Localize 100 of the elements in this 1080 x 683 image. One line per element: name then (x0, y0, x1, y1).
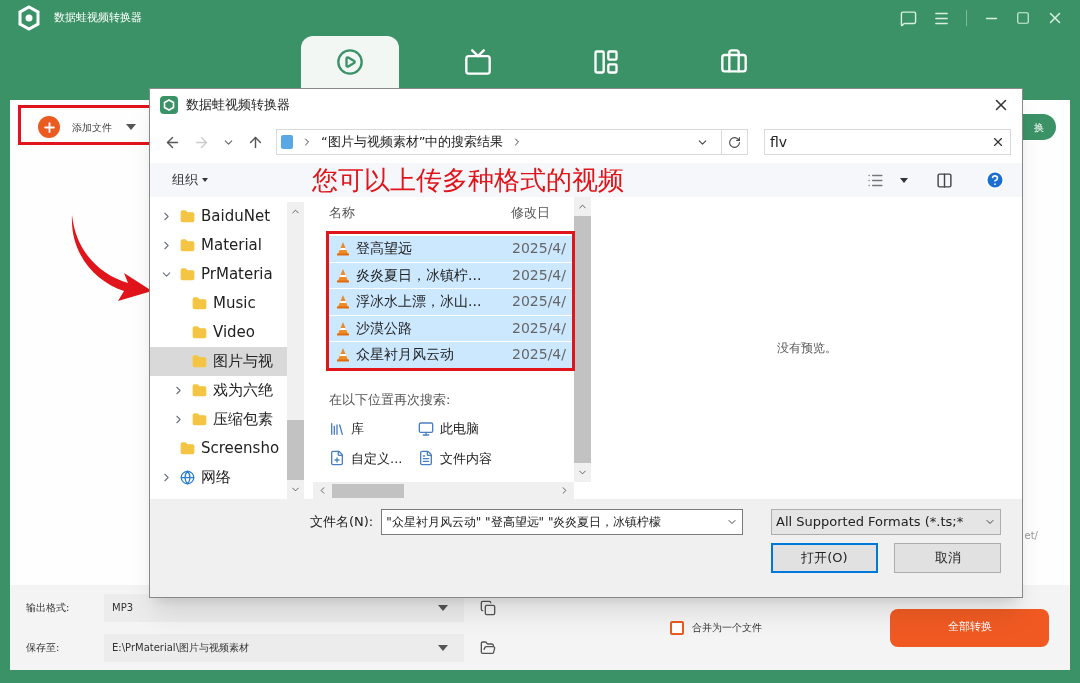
file-name: 炎炎夏日，冰镇柠... (356, 265, 483, 285)
folder-tree-item[interactable]: 压缩包素 (150, 405, 287, 434)
file-row[interactable]: 沙漠公路 2025/4/ (329, 315, 572, 341)
folder-tree-item[interactable]: Material (150, 231, 287, 260)
globe-icon (180, 470, 195, 485)
file-row[interactable]: 众星衬月风云动 2025/4/ (329, 342, 572, 368)
app-title: 数据蛙视频转换器 (54, 9, 142, 26)
file-date: 2025/4/ (512, 265, 566, 285)
file-name: 浮冰水上漂，冰山... (356, 292, 483, 312)
cone-icon (336, 294, 350, 310)
file-date: 2025/4/ (512, 345, 566, 365)
folder-tree-item[interactable]: PrMateria (150, 260, 287, 289)
annotation-text: 您可以上传多种格式的视频 (312, 163, 624, 197)
search-location-link[interactable]: 文件内容 (418, 448, 493, 468)
folder-tree-item[interactable]: 图片与视 (150, 347, 287, 376)
cone-icon (336, 267, 350, 283)
scrollbar-thumb[interactable] (332, 483, 404, 498)
scrollbar-thumb[interactable] (287, 420, 304, 480)
clear-icon[interactable] (991, 135, 1005, 149)
dropdown-caret-icon[interactable] (900, 177, 908, 183)
file-name: 登高望远 (356, 239, 413, 259)
horizontal-scrollbar[interactable] (313, 482, 574, 499)
help-icon[interactable] (985, 170, 1005, 190)
folder-name: BaiduNet (201, 206, 270, 228)
folder-tree-item[interactable]: 戏为六绝 (150, 376, 287, 405)
folder-name: Video (213, 322, 256, 344)
folder-icon (180, 209, 195, 224)
preview-pane-icon[interactable] (936, 171, 953, 189)
organize-menu[interactable]: 组织 (172, 170, 312, 190)
file-name: 沙漠公路 (356, 318, 413, 338)
scrollbar[interactable] (287, 202, 304, 499)
checkbox-label: 合并为一个文件 (692, 621, 762, 635)
folder-icon (192, 383, 207, 398)
search-location-link[interactable]: 此电脑 (418, 419, 493, 439)
maximize-icon[interactable] (1016, 11, 1030, 25)
file-type-dropdown[interactable]: All Supported Formats (*.ts;* (771, 509, 1001, 535)
app-logo-icon (16, 5, 42, 31)
folder-tree-item[interactable]: Video (150, 318, 287, 347)
tv-icon (464, 48, 492, 76)
file-name: 众星衬月风云动 (356, 345, 455, 365)
folder-tree-item[interactable]: Music (150, 289, 287, 318)
file-date: 2025/4/ (512, 318, 566, 338)
folder-icon (192, 412, 207, 427)
add-file-button[interactable]: 添加文件 (20, 110, 148, 144)
folder-name: Screensho (201, 438, 280, 460)
folder-name: Material (201, 235, 262, 257)
dialog-logo-icon (160, 96, 178, 114)
folder-icon[interactable] (480, 639, 496, 656)
merge-checkbox[interactable] (670, 620, 684, 635)
folder-name: 图片与视 (213, 351, 273, 373)
cone-icon (336, 241, 350, 257)
folder-icon (192, 354, 207, 369)
folder-name: Music (213, 293, 256, 315)
address-bar[interactable]: “图片与视频素材”中的搜索结果 (276, 129, 748, 155)
folder-icon (192, 325, 207, 340)
plus-icon (41, 119, 57, 135)
folder-name: 戏为六绝 (213, 380, 273, 402)
filename-field[interactable]: "众星衬月风云动" "登高望远" "炎炎夏日，冰镇柠檬 (381, 509, 744, 535)
search-location-link[interactable]: 自定义... (329, 448, 403, 468)
column-header[interactable]: 名称 (329, 203, 511, 223)
column-header[interactable]: 修改日 (511, 203, 550, 223)
folder-icon (180, 441, 195, 456)
briefcase-icon (720, 48, 748, 76)
folder-tree-item[interactable]: BaiduNet (150, 202, 287, 231)
folder-tree-item[interactable]: Screensho (150, 434, 287, 463)
preview-message: 没有预览。 (776, 340, 837, 357)
filename-label: 文件名(N): (310, 513, 374, 532)
cube-icon (281, 135, 293, 149)
file-date: 2025/4/ (512, 239, 566, 259)
folder-icon (180, 267, 195, 282)
partial-path-text: et/ (1024, 529, 1038, 543)
feedback-icon[interactable] (900, 9, 917, 27)
library-icon (329, 420, 345, 437)
file-date: 2025/4/ (512, 292, 566, 312)
file-row[interactable]: 浮冰水上漂，冰山... 2025/4/ (329, 289, 572, 315)
folder-tree-item[interactable]: 网络 (150, 463, 287, 492)
cancel-button[interactable]: 取消 (894, 543, 1001, 573)
file-plus-icon (329, 450, 345, 467)
folder-name: 网络 (201, 467, 231, 489)
file-row[interactable]: 炎炎夏日，冰镇柠... 2025/4/ (329, 262, 572, 288)
monitor-icon (418, 420, 435, 437)
open-button[interactable]: 打开(O) (771, 543, 878, 573)
refresh-icon[interactable] (728, 135, 741, 149)
save-path-dropdown[interactable]: E:\PrMaterial\图片与视频素材 (104, 633, 464, 662)
folder-icon (180, 238, 195, 253)
play-circle-icon (336, 48, 364, 76)
layout-icon (592, 48, 620, 76)
cone-icon (336, 320, 350, 336)
field-label: 输出格式: (26, 601, 71, 615)
dropdown-caret-icon (126, 124, 136, 130)
field-label: 保存至: (26, 641, 61, 655)
folder-icon (192, 296, 207, 311)
cone-icon (336, 347, 350, 363)
dialog-title: 数据蛙视频转换器 (186, 96, 290, 115)
document-icon (418, 450, 435, 467)
file-row[interactable]: 登高望远 2025/4/ (329, 236, 572, 262)
search-field[interactable]: flv (764, 129, 1011, 155)
folder-name: PrMateria (201, 264, 273, 286)
folder-name: 压缩包素 (213, 409, 273, 431)
search-location-link[interactable]: 库 (329, 419, 403, 439)
